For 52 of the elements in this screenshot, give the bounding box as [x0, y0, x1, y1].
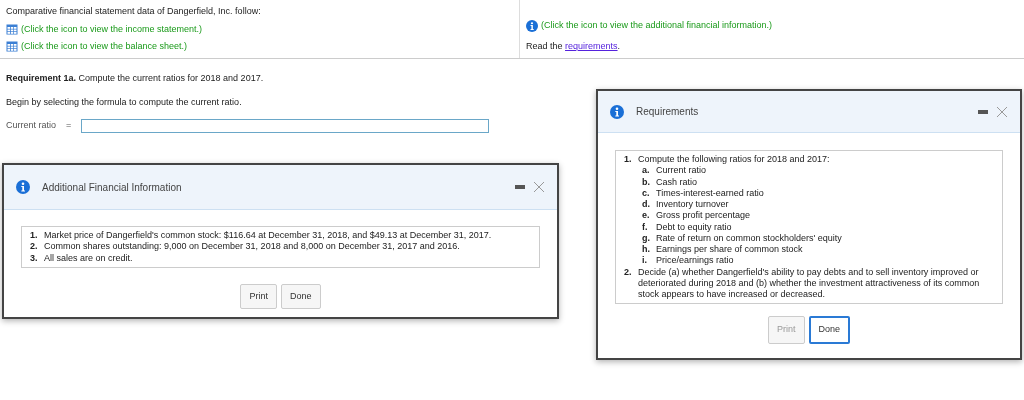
icon-link[interactable]: (Click the icon to view the income statement.): [21, 22, 203, 36]
item-number: b.: [642, 176, 651, 188]
item-number: f.: [642, 221, 649, 233]
item-number: g.: [642, 232, 651, 244]
requirement-text: Requirement 1a. Compute the current ratios for 2018 and 2017.: [6, 72, 265, 85]
item-text: Decide (a) whether Dangerfield's ability to pay debts and to sell inventory improved or deteriorated during 2018 and (b) whether the investment attractiveness of its common stock appears to have increased or decreased.: [638, 266, 981, 301]
item-text: Rate of return on common stockholders' equity: [656, 232, 842, 244]
close-icon[interactable]: [996, 105, 1008, 118]
formula-label: Current ratio: [6, 119, 57, 133]
item-number: 3.: [30, 252, 39, 264]
item-text: Debt to equity ratio: [656, 221, 732, 233]
item-text: Cash ratio: [656, 176, 698, 188]
item-number: e.: [642, 210, 651, 222]
item-number: 2.: [30, 241, 39, 253]
close-icon[interactable]: [533, 181, 545, 193]
info-icon: [610, 104, 624, 119]
instruction-text: Begin by selecting the formula to compute the current ratio.: [6, 95, 243, 109]
info-icon[interactable]: [526, 19, 538, 32]
icon-link[interactable]: (Click the icon to view the additional financial information.): [541, 19, 773, 33]
item-text: Earnings per share of common stock: [656, 244, 803, 256]
info-icon: [16, 180, 30, 194]
answer-field[interactable]: [81, 119, 490, 133]
done-button[interactable]: Done: [808, 316, 850, 344]
item-number: 1.: [624, 154, 633, 166]
item-number: d.: [642, 199, 651, 211]
intro-text: Comparative financial statement data of Dangerfield, Inc. follow:: [6, 5, 262, 18]
item-text: Gross profit percentage: [656, 210, 751, 222]
dialog-title: Requirements: [636, 105, 700, 119]
item-number: h.: [642, 244, 651, 256]
done-button[interactable]: Done: [281, 283, 321, 310]
print-button[interactable]: Print: [240, 283, 277, 310]
dialog-title: Additional Financial Information: [42, 180, 183, 195]
item-text: Market price of Dangerfield's common stock: $116.64 at December 31, 2018, and $49.13 at December 31, 2017.: [44, 230, 492, 242]
item-number: c.: [642, 187, 651, 199]
item-text: All sales are on credit.: [44, 252, 133, 264]
item-number: a.: [642, 165, 651, 177]
icon-link[interactable]: (Click the icon to view the balance sheet.): [21, 40, 188, 54]
read-text: Read the requirements.: [526, 39, 622, 53]
item-text: Compute the following ratios for 2018 and 2017:: [638, 154, 830, 166]
item-text: Times-interest-earned ratio: [656, 187, 764, 199]
equals-sign: =: [66, 119, 72, 133]
item-text: Common shares outstanding: 9,000 on December 31, 2018 and 8,000 on December 31, 2017 and 2016.: [44, 241, 460, 253]
item-number: 2.: [624, 266, 633, 279]
requirements-link[interactable]: requirements: [565, 40, 618, 51]
item-text: Current ratio: [656, 165, 707, 177]
item-text: Inventory turnover: [656, 199, 729, 211]
item-text: Price/earnings ratio: [656, 255, 734, 267]
item-number: 1.: [30, 230, 39, 242]
table-icon[interactable]: [6, 41, 18, 53]
minimize-icon[interactable]: [978, 109, 988, 114]
item-number: i.: [642, 255, 648, 267]
table-icon[interactable]: [6, 23, 18, 35]
